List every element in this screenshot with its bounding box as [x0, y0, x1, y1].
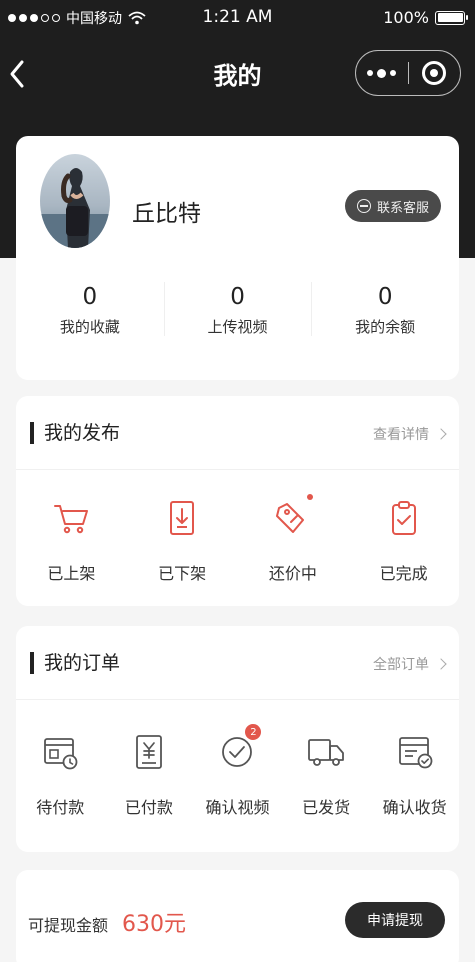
withdrawable-amount: 630元: [122, 912, 186, 937]
item-label: 待付款: [36, 798, 85, 817]
stat-value: 0: [230, 284, 245, 310]
status-bar: 中国移动 1:21 AM 100%: [0, 0, 475, 36]
battery-percent: 100%: [383, 8, 429, 27]
avatar[interactable]: [40, 154, 110, 248]
section-title: 我的订单: [44, 652, 121, 674]
publish-item-listed[interactable]: 已上架: [16, 470, 127, 584]
section-title: 我的发布: [44, 422, 121, 444]
navigation-bar: 我的: [0, 44, 475, 104]
publish-item-delisted[interactable]: 已下架: [127, 470, 238, 584]
item-label: 还价中: [268, 564, 317, 583]
stats-row: 0 我的收藏 0 上传视频 0 我的余额: [16, 276, 459, 356]
item-label: 已付款: [124, 798, 173, 817]
link-label: 查看详情: [373, 427, 429, 443]
publish-header: 我的发布 查看详情: [16, 396, 459, 470]
link-label: 全部订单: [373, 657, 429, 673]
username: 丘比特: [132, 201, 201, 227]
minus-circle-icon: [356, 199, 371, 213]
order-item-shipped[interactable]: 已发货: [282, 700, 371, 818]
customer-service-button[interactable]: 联系客服: [345, 190, 441, 222]
order-item-confirm-receipt[interactable]: 确认收货: [370, 700, 459, 818]
back-arrow-icon[interactable]: [6, 56, 30, 92]
more-dots-icon[interactable]: [356, 50, 408, 96]
orders-card: 我的订单 全部订单 待付款 已付款 2 确认视频 已发货 确认收货: [16, 626, 459, 852]
stat-value: 0: [82, 284, 98, 310]
truck-icon: [304, 730, 348, 774]
item-label: 确认视频: [205, 798, 270, 817]
section-marker: [30, 422, 34, 444]
wallet-clock-icon: [38, 730, 82, 774]
order-item-paid[interactable]: 已付款: [105, 700, 194, 818]
notification-dot: [306, 494, 313, 500]
withdraw-button[interactable]: 申请提现: [345, 902, 445, 938]
stat-label: 我的收藏: [59, 318, 120, 336]
publish-item-bargaining[interactable]: 还价中: [238, 470, 349, 584]
stat-uploaded-videos[interactable]: 0 上传视频: [163, 276, 312, 356]
customer-service-label: 联系客服: [376, 200, 429, 216]
price-tag-icon: [271, 494, 315, 540]
view-details-link[interactable]: 查看详情: [373, 424, 447, 444]
order-item-confirm-video[interactable]: 2 确认视频: [193, 700, 282, 818]
withdrawable-label: 可提现金额: [28, 916, 109, 935]
publish-card: 我的发布 查看详情 已上架 已下架 还价中 已完成: [16, 396, 459, 606]
status-right: 100%: [383, 8, 468, 27]
item-label: 已下架: [158, 564, 207, 583]
order-item-pending-payment[interactable]: 待付款: [16, 700, 105, 818]
cart-icon: [49, 496, 93, 540]
battery-icon: [435, 10, 468, 25]
stat-balance[interactable]: 0 我的余额: [311, 276, 459, 356]
item-label: 确认收货: [382, 798, 447, 817]
item-label: 已完成: [379, 564, 428, 583]
order-items: 待付款 已付款 2 确认视频 已发货 确认收货: [16, 700, 459, 818]
clipboard-check-icon: [382, 496, 426, 540]
chevron-right-icon: [435, 428, 447, 440]
publish-item-completed[interactable]: 已完成: [348, 470, 459, 584]
download-box-icon: [160, 496, 204, 540]
profile-card: 丘比特 联系客服 0 我的收藏 0 上传视频 0 我的余额: [16, 136, 459, 380]
check-circle-icon: 2: [215, 724, 262, 774]
item-label: 已上架: [47, 564, 96, 583]
balance-card: 可提现金额 630元 申请提现: [16, 870, 459, 962]
publish-items: 已上架 已下架 还价中 已完成: [16, 470, 459, 584]
section-marker: [30, 652, 34, 674]
stat-favorites[interactable]: 0 我的收藏: [16, 276, 164, 356]
miniprogram-capsule: [355, 50, 461, 96]
all-orders-link[interactable]: 全部订单: [373, 654, 447, 674]
item-label: 已发货: [302, 798, 351, 817]
stat-value: 0: [377, 284, 393, 310]
chevron-right-icon: [435, 658, 447, 670]
stat-label: 我的余额: [355, 318, 416, 336]
yen-receipt-icon: [127, 730, 171, 774]
close-target-icon[interactable]: [408, 50, 460, 96]
receipt-check-icon: [393, 730, 437, 774]
orders-header: 我的订单 全部订单: [16, 626, 459, 700]
stat-label: 上传视频: [207, 318, 268, 336]
